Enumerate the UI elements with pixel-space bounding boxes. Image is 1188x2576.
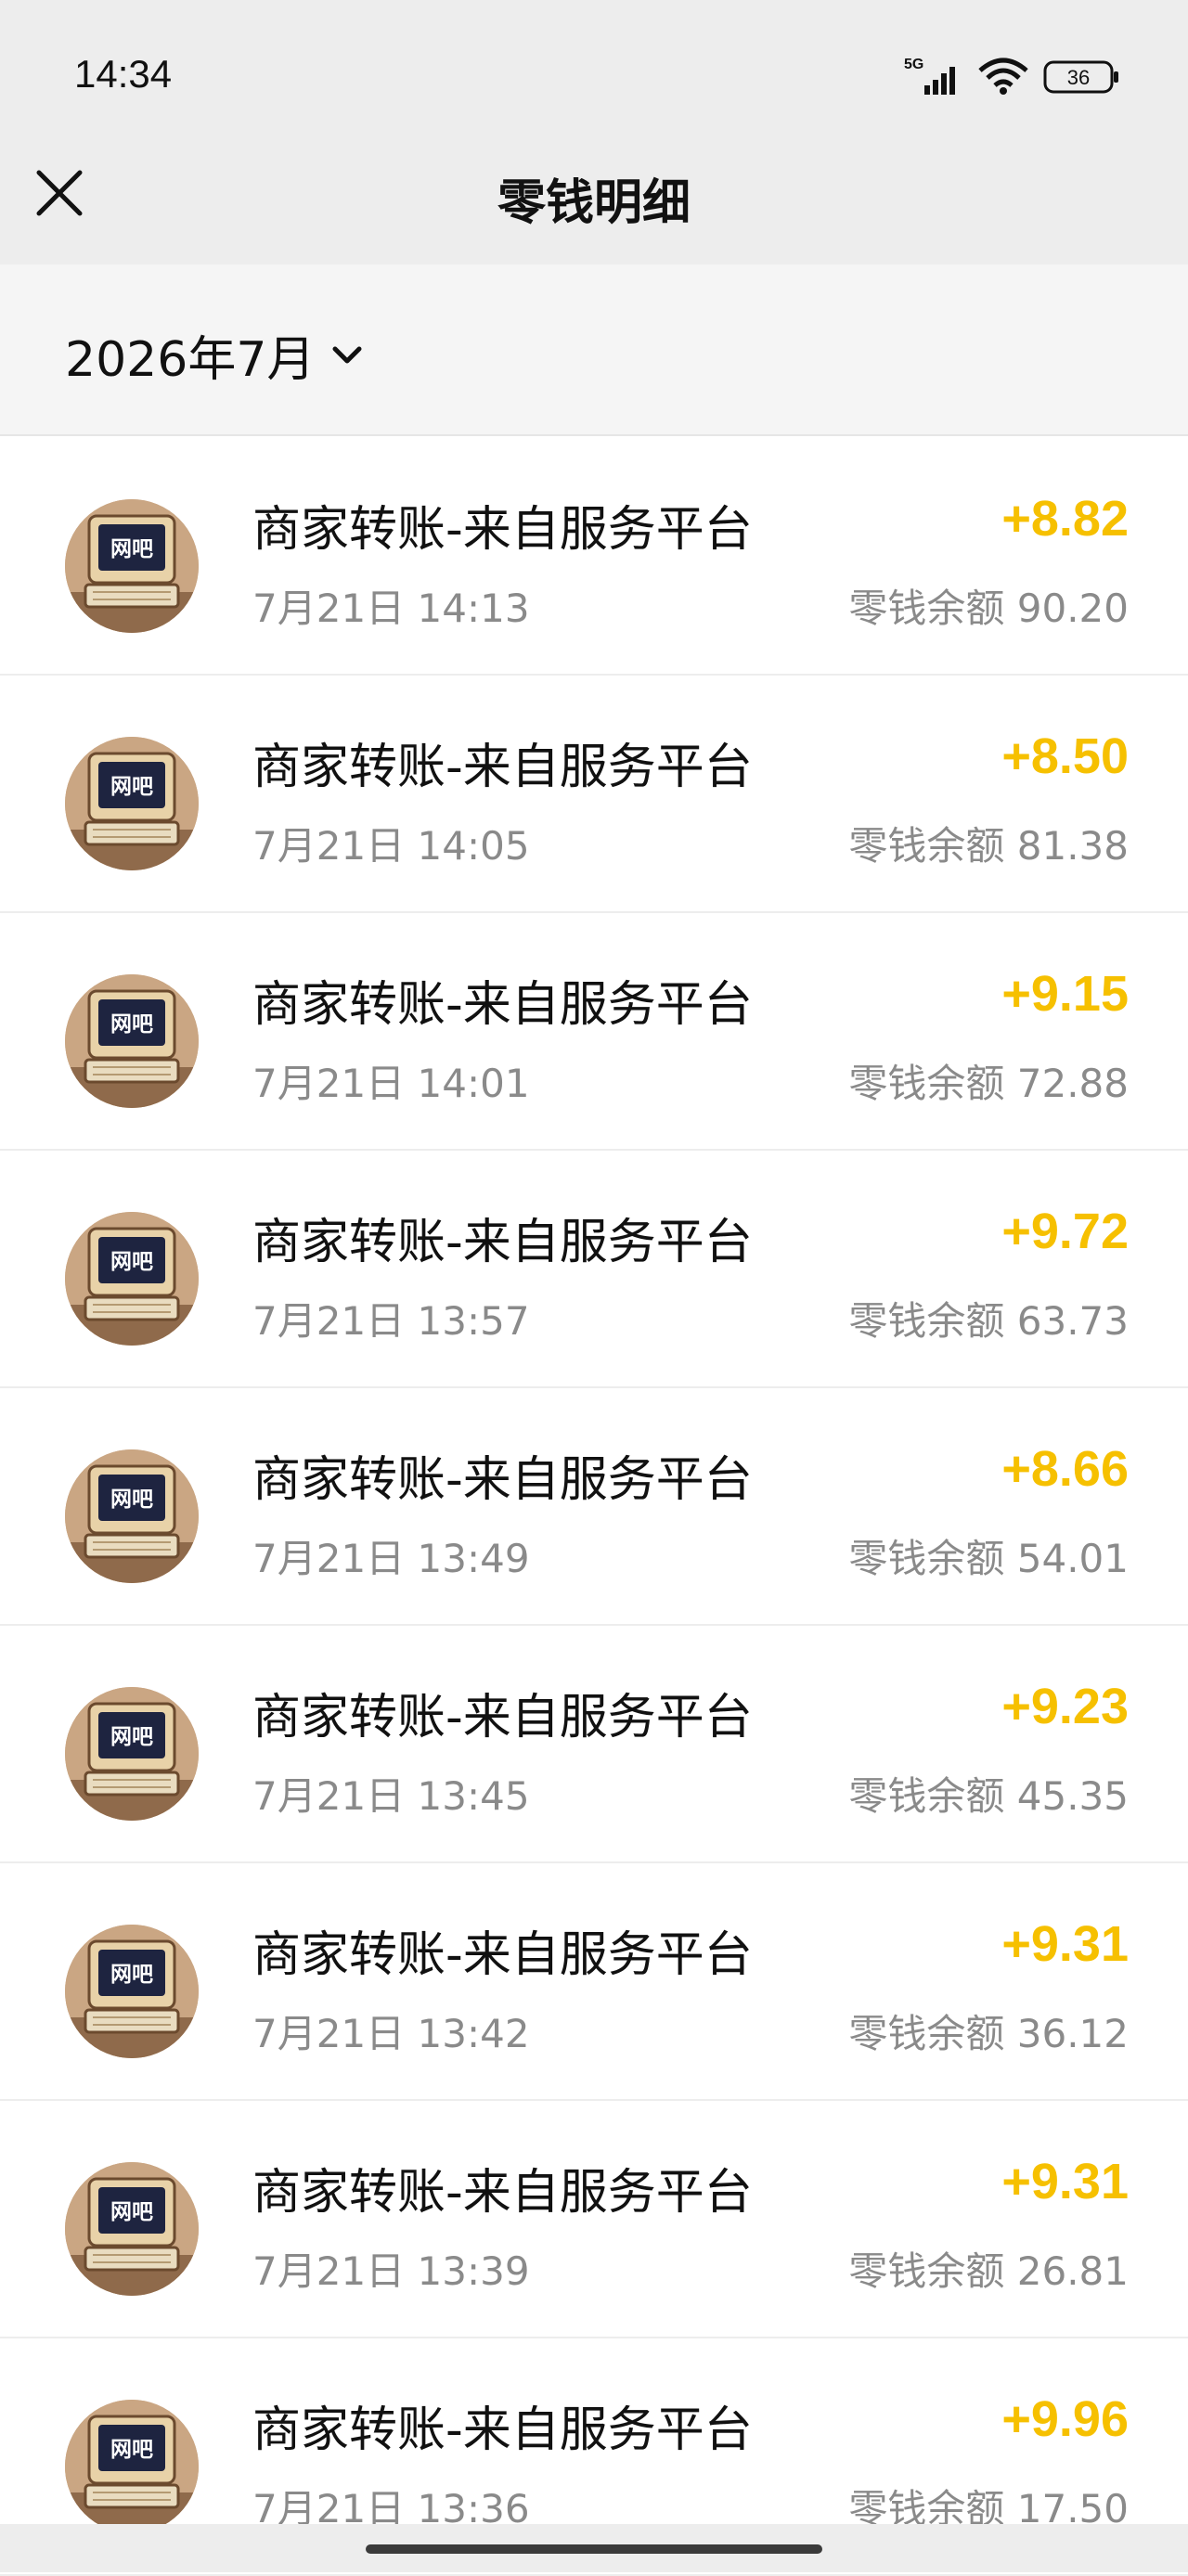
month-label: 2026年7月 xyxy=(65,332,316,388)
computer-icon: 网吧 xyxy=(65,1925,199,2058)
transaction-amount: +9.96 xyxy=(1001,2391,1129,2447)
merchant-avatar: 网吧 xyxy=(65,737,199,870)
computer-icon: 网吧 xyxy=(65,974,199,1108)
transaction-balance: 零钱余额 26.81 xyxy=(848,2248,1129,2294)
home-indicator[interactable] xyxy=(366,2544,822,2554)
merchant-avatar: 网吧 xyxy=(65,2400,199,2533)
transaction-amount: +9.23 xyxy=(1001,1679,1129,1734)
transaction-amount: +8.66 xyxy=(1001,1441,1129,1497)
transaction-amount: +9.31 xyxy=(1001,2154,1129,2209)
transaction-title: 商家转账-来自服务平台 xyxy=(252,1690,753,1745)
merchant-avatar: 网吧 xyxy=(65,1449,199,1583)
avatar-text: 网吧 xyxy=(110,1963,153,1987)
battery-level: 36 xyxy=(1067,66,1090,89)
transaction-balance: 零钱余额 54.01 xyxy=(848,1536,1129,1581)
computer-icon: 网吧 xyxy=(65,1449,199,1583)
transaction-row[interactable]: 网吧 商家转账-来自服务平台 7月21日 13:39 +9.31 零钱余额 26… xyxy=(0,2101,1188,2338)
transaction-balance: 零钱余额 63.73 xyxy=(848,1298,1129,1344)
avatar-text: 网吧 xyxy=(110,2200,153,2224)
transaction-time: 7月21日 14:01 xyxy=(252,1061,530,1106)
transaction-row[interactable]: 网吧 商家转账-来自服务平台 7月21日 14:13 +8.82 零钱余额 90… xyxy=(0,438,1188,676)
transaction-amount: +8.82 xyxy=(1001,491,1129,547)
merchant-avatar: 网吧 xyxy=(65,974,199,1108)
transaction-row[interactable]: 网吧 商家转账-来自服务平台 7月21日 13:42 +9.31 零钱余额 36… xyxy=(0,1863,1188,2101)
network-type: 5G xyxy=(904,57,923,72)
transaction-title: 商家转账-来自服务平台 xyxy=(252,1927,753,1983)
transaction-title: 商家转账-来自服务平台 xyxy=(252,1215,753,1270)
computer-icon: 网吧 xyxy=(65,1212,199,1346)
transaction-time: 7月21日 13:57 xyxy=(252,1298,530,1344)
transaction-row[interactable]: 网吧 商家转账-来自服务平台 7月21日 14:05 +8.50 零钱余额 81… xyxy=(0,676,1188,913)
page-title: 零钱明细 xyxy=(497,175,691,231)
status-time: 14:34 xyxy=(74,52,173,96)
transaction-time: 7月21日 14:05 xyxy=(252,823,530,869)
transaction-time: 7月21日 13:49 xyxy=(252,1536,530,1581)
computer-icon: 网吧 xyxy=(65,2162,199,2296)
month-picker[interactable]: 2026年7月 xyxy=(65,320,363,390)
status-icons: 5G 36 xyxy=(904,56,1121,97)
chevron-down-icon xyxy=(332,346,362,363)
transaction-balance: 零钱余额 36.12 xyxy=(848,2011,1129,2056)
nav-bar: 零钱明细 xyxy=(0,130,1188,264)
avatar-text: 网吧 xyxy=(110,1725,153,1749)
transaction-title: 商家转账-来自服务平台 xyxy=(252,2165,753,2221)
transaction-title: 商家转账-来自服务平台 xyxy=(252,502,753,558)
computer-icon: 网吧 xyxy=(65,499,199,633)
avatar-text: 网吧 xyxy=(110,1012,153,1037)
transaction-time: 7月21日 13:45 xyxy=(252,1773,530,1819)
merchant-avatar: 网吧 xyxy=(65,1212,199,1346)
transaction-balance: 零钱余额 81.38 xyxy=(848,823,1129,869)
transaction-amount: +8.50 xyxy=(1001,728,1129,784)
merchant-avatar: 网吧 xyxy=(65,2162,199,2296)
merchant-avatar: 网吧 xyxy=(65,499,199,633)
home-bar xyxy=(0,2524,1188,2572)
merchant-avatar: 网吧 xyxy=(65,1687,199,1821)
transaction-balance: 零钱余额 45.35 xyxy=(848,1773,1129,1819)
avatar-text: 网吧 xyxy=(110,1488,153,1512)
transaction-row[interactable]: 网吧 商家转账-来自服务平台 7月21日 13:49 +8.66 零钱余额 54… xyxy=(0,1388,1188,1626)
wifi-icon xyxy=(978,58,1028,95)
transaction-title: 商家转账-来自服务平台 xyxy=(252,740,753,795)
battery-icon: 36 xyxy=(1043,60,1118,94)
computer-icon: 网吧 xyxy=(65,1687,199,1821)
transaction-balance: 零钱余额 72.88 xyxy=(848,1061,1129,1106)
computer-icon: 网吧 xyxy=(65,2400,199,2533)
transaction-amount: +9.31 xyxy=(1001,1916,1129,1972)
transaction-time: 7月21日 13:39 xyxy=(252,2248,530,2294)
transaction-time: 7月21日 14:13 xyxy=(252,586,530,631)
transaction-row[interactable]: 网吧 商家转账-来自服务平台 7月21日 13:45 +9.23 零钱余额 45… xyxy=(0,1626,1188,1863)
transaction-list: 网吧 商家转账-来自服务平台 7月21日 14:13 +8.82 零钱余额 90… xyxy=(0,438,1188,2576)
transaction-row[interactable]: 网吧 商家转账-来自服务平台 7月21日 13:57 +9.72 零钱余额 63… xyxy=(0,1151,1188,1388)
transaction-time: 7月21日 13:42 xyxy=(252,2011,530,2056)
merchant-avatar: 网吧 xyxy=(65,1925,199,2058)
computer-icon: 网吧 xyxy=(65,737,199,870)
transaction-title: 商家转账-来自服务平台 xyxy=(252,1452,753,1508)
status-bar: 14:34 5G 36 xyxy=(0,0,1188,148)
transaction-title: 商家转账-来自服务平台 xyxy=(252,977,753,1033)
transaction-balance: 零钱余额 90.20 xyxy=(848,586,1129,631)
avatar-text: 网吧 xyxy=(110,775,153,799)
avatar-text: 网吧 xyxy=(110,537,153,561)
signal-icon: 5G xyxy=(904,57,955,95)
transaction-row[interactable]: 网吧 商家转账-来自服务平台 7月21日 14:01 +9.15 零钱余额 72… xyxy=(0,913,1188,1151)
transaction-title: 商家转账-来自服务平台 xyxy=(252,2402,753,2458)
avatar-text: 网吧 xyxy=(110,1250,153,1274)
filter-bar: 2026年7月 xyxy=(0,264,1188,436)
transaction-amount: +9.72 xyxy=(1001,1204,1129,1259)
transaction-amount: +9.15 xyxy=(1001,966,1129,1022)
avatar-text: 网吧 xyxy=(110,2438,153,2462)
